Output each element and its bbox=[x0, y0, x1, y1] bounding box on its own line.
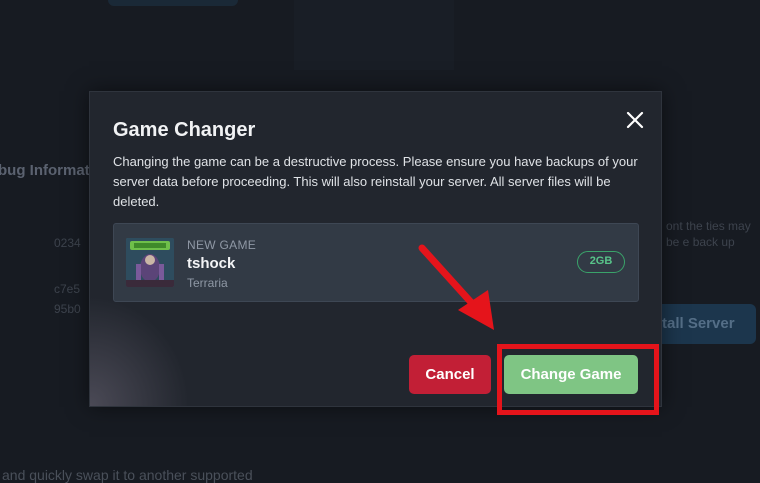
game-name: tshock bbox=[187, 255, 236, 272]
new-game-card: NEW GAME tshock Terraria 2GB bbox=[113, 223, 639, 302]
modal-description: Changing the game can be a destructive p… bbox=[113, 154, 638, 209]
size-badge: 2GB bbox=[577, 251, 625, 273]
cancel-button[interactable]: Cancel bbox=[409, 355, 491, 394]
terraria-thumbnail-icon bbox=[126, 238, 174, 287]
background-button bbox=[108, 0, 238, 6]
modal-decoration bbox=[90, 296, 190, 406]
new-game-label: NEW GAME bbox=[187, 238, 257, 252]
background-heading: bug Informat bbox=[0, 162, 90, 179]
background-value: 0234 bbox=[54, 236, 81, 250]
close-icon[interactable] bbox=[624, 109, 646, 131]
background-description: and quickly swap it to another supported bbox=[2, 467, 253, 483]
reinstall-server-label: tall Server bbox=[662, 315, 735, 332]
background-value: c7e5 bbox=[54, 282, 81, 296]
game-subtitle: Terraria bbox=[187, 276, 228, 290]
annotation-highlight-box bbox=[497, 344, 659, 415]
annotation-arrow-icon bbox=[418, 244, 494, 330]
background-value: 95b0 bbox=[54, 302, 81, 316]
modal-title: Game Changer bbox=[113, 119, 256, 141]
background-panel bbox=[294, 0, 454, 70]
background-text: ont the ties may be e back up bbox=[666, 219, 751, 249]
